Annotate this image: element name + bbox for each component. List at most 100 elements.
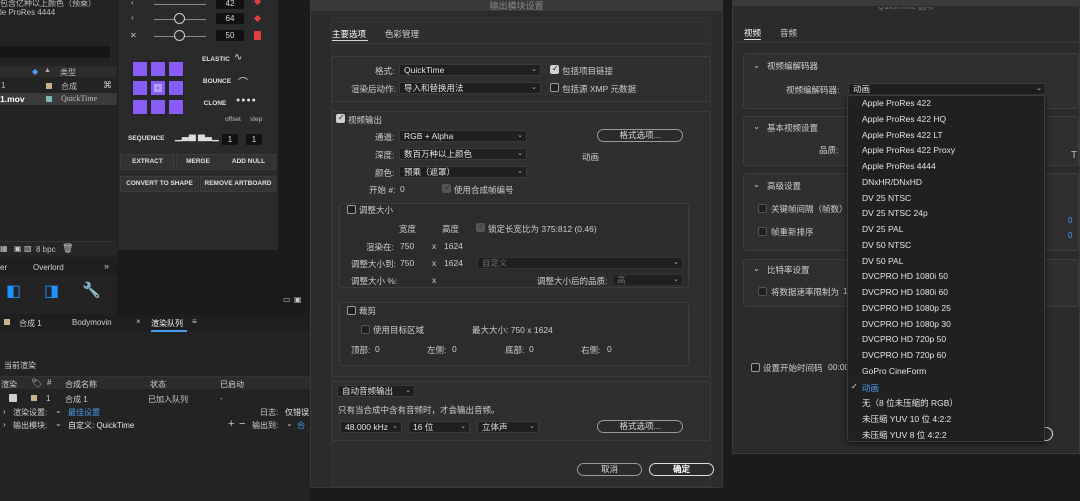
channels-select[interactable]: RGB + Alpha ⌄ [399, 130, 527, 142]
dropdown-icon[interactable]: ⌄ [55, 406, 62, 415]
resize-preset-select[interactable]: 自定义 ⌄ [477, 257, 683, 269]
merge-button[interactable]: MERGE [176, 154, 220, 170]
codec-option[interactable]: DNxHR/DNxHD [862, 177, 922, 187]
tab-color-management[interactable]: 色彩管理 [385, 28, 419, 40]
limit-bitrate-checkbox[interactable] [758, 287, 767, 296]
sort-icon[interactable]: ▲ [44, 67, 51, 74]
monitor-icon[interactable]: ▭ [283, 295, 291, 304]
log-select[interactable]: 仅错误 [285, 407, 309, 418]
codec-option[interactable]: 未压缩 YUV 10 位 4:2:2 [862, 413, 951, 425]
trash-icon[interactable]: 🗑 [62, 243, 73, 254]
clone-button[interactable]: CLONE [202, 97, 228, 111]
tab-overlord[interactable]: Overlord [33, 263, 64, 272]
list-item[interactable]: 1.mov QuickTime [0, 93, 117, 105]
record-icon[interactable] [254, 31, 261, 40]
codec-option[interactable]: Apple ProRes 422 [862, 98, 931, 108]
crop-top-value[interactable]: 0 [375, 344, 380, 354]
slider-knob[interactable] [174, 30, 185, 41]
codec-option[interactable]: DVCPRO HD 1080i 50 [862, 271, 948, 281]
render-checkbox[interactable] [9, 394, 17, 402]
set-timecode-checkbox[interactable] [751, 363, 760, 372]
stairs-reverse-icon[interactable]: ▅▃▁ [198, 131, 219, 142]
codec-option[interactable]: Apple ProRes 422 LT [862, 130, 943, 140]
dropdown-icon[interactable]: ⌄ [55, 419, 62, 428]
list-item[interactable]: 1 合成 ⌘ [0, 80, 117, 91]
stairs-icon[interactable]: ▁▃▅ [175, 131, 196, 142]
resize-checkbox[interactable] [347, 205, 356, 214]
flowchart-icon[interactable]: ⌘ [103, 80, 112, 91]
crop-checkbox[interactable] [347, 306, 356, 315]
codec-option[interactable]: DV 50 PAL [862, 256, 903, 266]
post-render-select[interactable]: 导入和替换用法 ⌄ [399, 82, 541, 94]
resize-width[interactable]: 750 [400, 258, 414, 268]
codec-option[interactable]: DVCPRO HD 1080p 30 [862, 319, 951, 329]
codec-option[interactable]: DVCPRO HD 1080p 25 [862, 303, 951, 313]
tab-comp1[interactable]: 合成 1 [19, 318, 42, 329]
anchor-grid[interactable] [131, 60, 185, 116]
include-xmp-checkbox[interactable] [550, 83, 559, 92]
codec-option[interactable]: DV 50 NTSC [862, 240, 911, 250]
offset-field[interactable]: 1 [222, 134, 238, 145]
crop-right-value[interactable]: 0 [607, 344, 612, 354]
chevron-right-icon[interactable]: › [3, 407, 6, 416]
step-field[interactable]: 1 [246, 134, 262, 145]
chevron-left-icon[interactable]: ‹ [131, 0, 134, 7]
video-format-options-button[interactable]: 格式选项... [597, 129, 683, 142]
add-icon[interactable]: + [228, 418, 234, 430]
codec-option[interactable]: 无（8 位未压缩的 RGB） [862, 397, 958, 409]
use-roi-checkbox[interactable] [361, 325, 370, 334]
cancel-button[interactable]: 取消 [577, 463, 642, 476]
crop-left-value[interactable]: 0 [452, 344, 457, 354]
codec-option[interactable]: DVCPRO HD 720p 50 [862, 334, 946, 344]
overlord-pull-icon[interactable]: ◨ [44, 284, 60, 300]
table-row[interactable]: 1 合成 1 已加入队列 - [0, 392, 310, 405]
codec-option[interactable]: 未压缩 YUV 8 位 4:2:2 [862, 429, 947, 441]
ok-button[interactable]: 确定 [649, 463, 714, 476]
resize-quality-select[interactable]: 高 ⌄ [612, 274, 683, 286]
remove-icon[interactable]: − [239, 418, 245, 430]
bounce-button[interactable]: BOUNCE [202, 75, 232, 89]
channels-audio-select[interactable]: 立体声 ⌄ [477, 421, 539, 433]
tab-render-queue[interactable]: 渲染队列 [151, 318, 183, 329]
elastic-button[interactable]: ELASTIC [202, 53, 230, 67]
tab-bodymovin[interactable]: Bodymovin [72, 318, 112, 327]
color-select[interactable]: 预乘（遮罩） ⌄ [399, 166, 527, 178]
value-field[interactable]: 42 [216, 0, 244, 9]
extract-button[interactable]: EXTRACT [120, 154, 175, 170]
tab-audio[interactable]: 音频 [780, 27, 797, 39]
lock-ratio-checkbox[interactable] [476, 222, 485, 232]
codec-option[interactable]: DVCPRO HD 720p 60 [862, 350, 946, 360]
format-select[interactable]: QuickTime ⌄ [399, 64, 541, 76]
codec-option[interactable]: 动画 [862, 382, 879, 394]
wrench-icon[interactable]: 🔧 [82, 283, 101, 299]
audio-output-select[interactable]: 自动音频输出 ⌄ [337, 385, 415, 397]
comp-icon[interactable]: ▦ [0, 244, 8, 253]
chevron-down-icon[interactable]: ⌄ [753, 60, 760, 71]
add-null-button[interactable]: ADD NULL [221, 154, 276, 170]
output-module-link[interactable]: 自定义: QuickTime [68, 420, 134, 431]
codec-option[interactable]: GoPro CineForm [862, 366, 926, 376]
codec-option[interactable]: Apple ProRes 422 Proxy [862, 145, 955, 155]
panel-menu-icon[interactable]: » [104, 261, 109, 271]
output-path-link[interactable]: 合 [297, 420, 305, 431]
chevron-icon[interactable]: ‹ [131, 13, 134, 22]
resize-height[interactable]: 1624 [444, 258, 463, 268]
menu-icon[interactable]: ≡ [192, 317, 197, 326]
value-field[interactable]: 64 [216, 13, 244, 24]
tab-video[interactable]: 视频 [744, 27, 761, 39]
sequence-button[interactable]: SEQUENCE [128, 132, 164, 146]
dropdown-icon[interactable]: ⌄ [286, 419, 293, 428]
chevron-right-icon[interactable]: › [3, 420, 6, 429]
convert-to-shape-button[interactable]: CONVERT TO SHAPE [120, 176, 199, 192]
folder-icon[interactable]: ▣ [14, 244, 22, 253]
close-icon[interactable]: × [136, 317, 141, 326]
codec-option[interactable]: DV 25 NTSC [862, 193, 911, 203]
display-icon[interactable]: ▣ [294, 295, 302, 304]
frame-reorder-checkbox[interactable] [758, 227, 767, 236]
chevron-down-icon[interactable]: ⌄ [753, 121, 760, 132]
chevron-down-icon[interactable]: ⌄ [753, 179, 760, 190]
video-codec-select[interactable]: 动画 ⌄ [848, 83, 1046, 95]
keyframe-interval-checkbox[interactable] [758, 204, 767, 213]
codec-option[interactable]: Apple ProRes 4444 [862, 161, 936, 171]
flowchart-small-icon[interactable]: ▧ [24, 244, 32, 253]
